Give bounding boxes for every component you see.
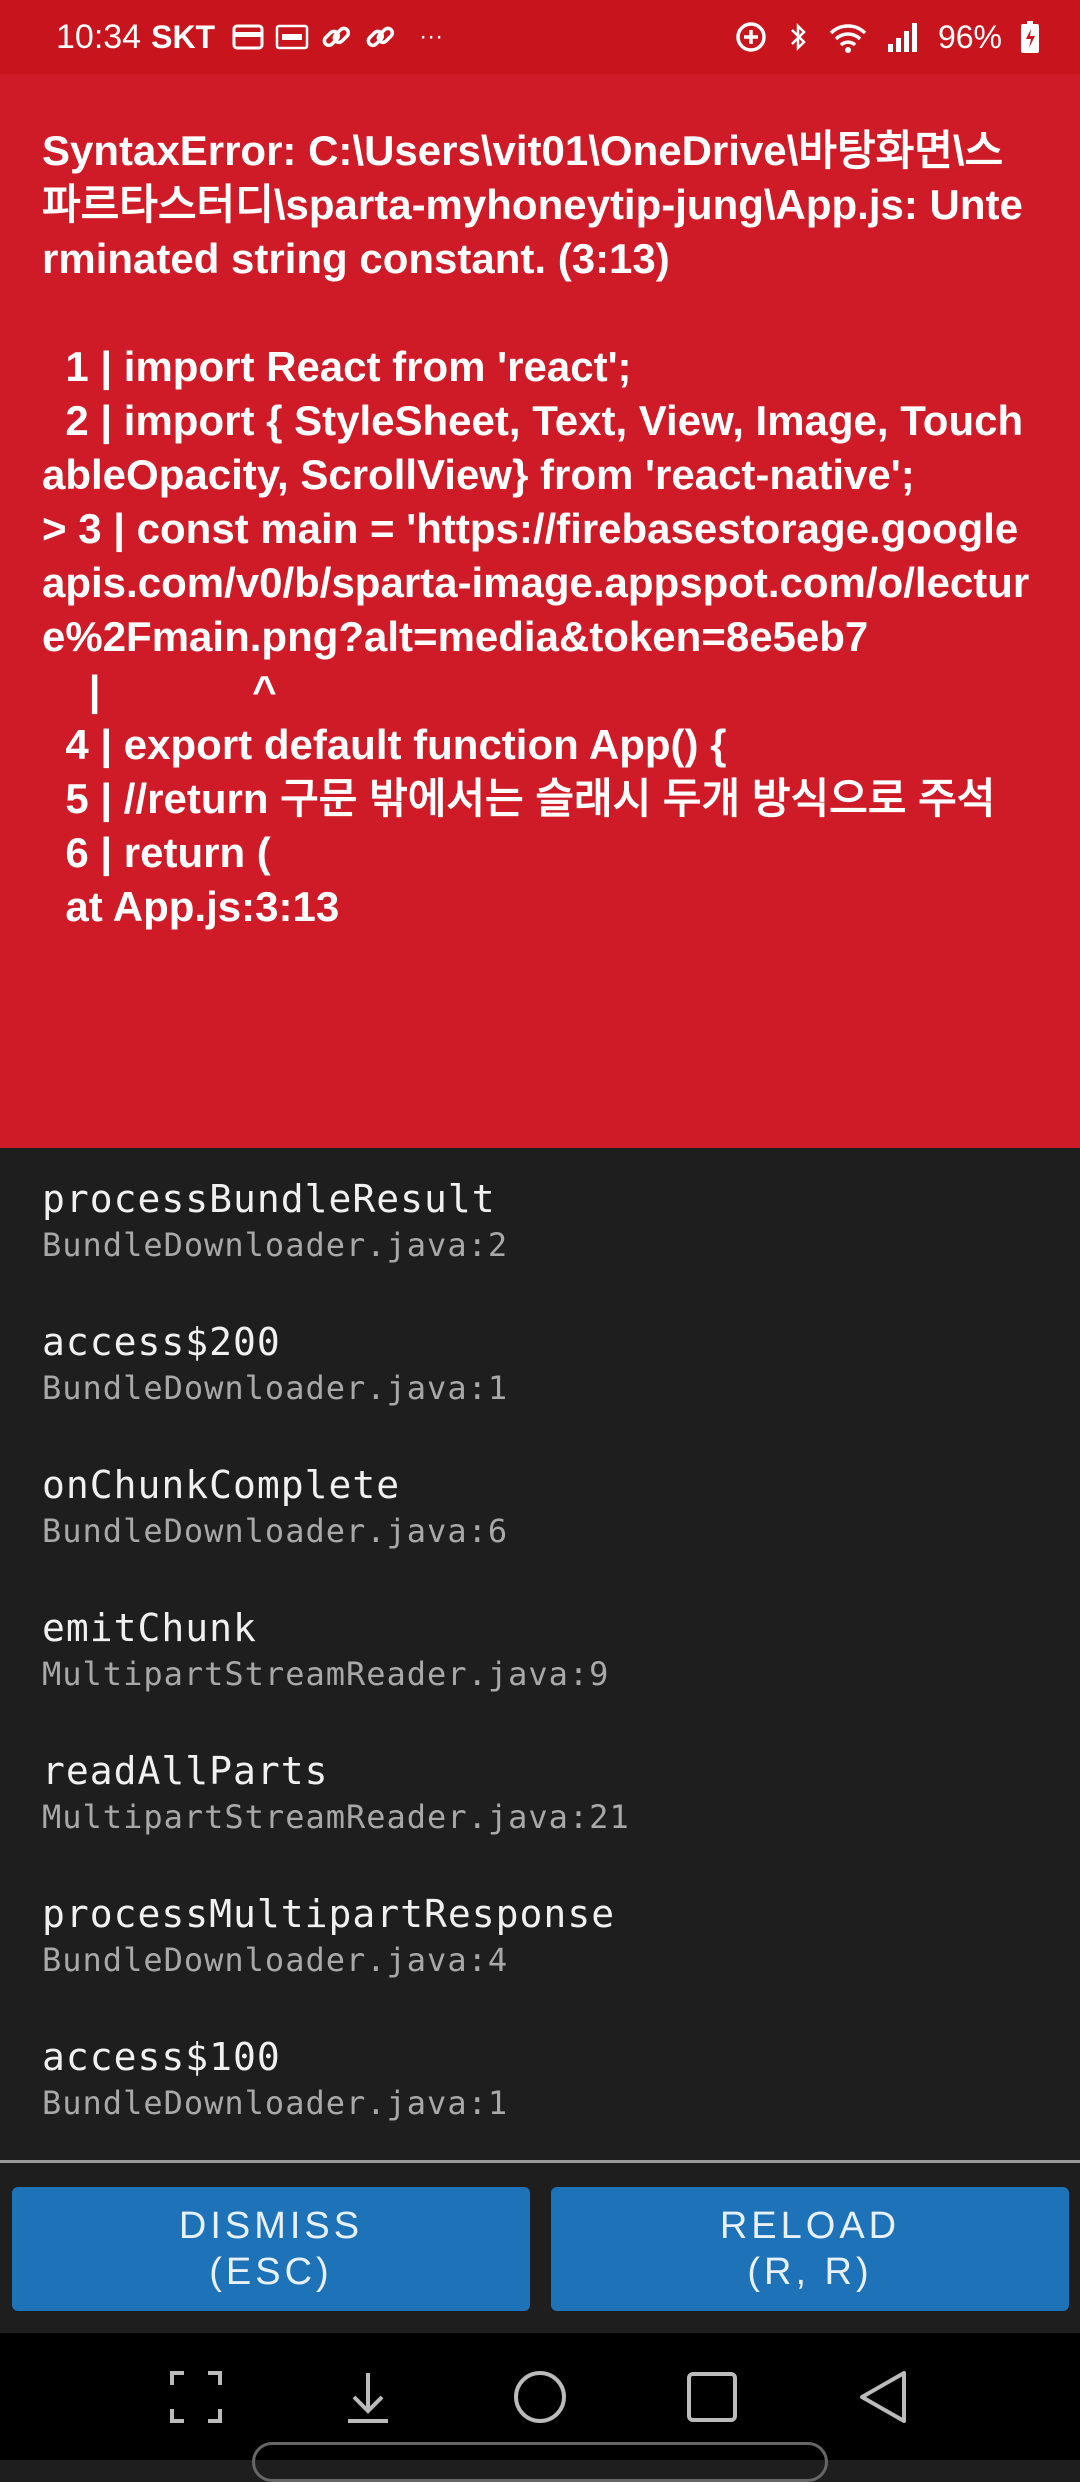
stack-frame-method: emitChunk bbox=[42, 1606, 257, 1650]
data-saver-icon bbox=[736, 22, 766, 52]
status-right: 96% bbox=[734, 19, 1040, 56]
stack-frame-file: BundleDownloader.java:1 bbox=[42, 1369, 509, 1407]
status-time: 10:34 bbox=[56, 17, 142, 56]
stack-frame-method: processMultipartResponse bbox=[42, 1892, 616, 1936]
download-icon[interactable] bbox=[336, 2365, 400, 2429]
reload-button-shortcut: (R, R) bbox=[747, 2251, 873, 2293]
stack-frame-file: BundleDownloader.java:4 bbox=[42, 1941, 509, 1979]
stack-frame-method: onChunkComplete bbox=[42, 1463, 401, 1507]
dismiss-button-shortcut: (ESC) bbox=[209, 2251, 333, 2293]
stack-frame[interactable]: access$200 BundleDownloader.java:1 bbox=[42, 1317, 1038, 1460]
link-icon bbox=[366, 26, 395, 48]
button-bar: DISMISS (ESC) RELOAD (R, R) bbox=[0, 2163, 1080, 2333]
battery-charging-icon bbox=[1021, 21, 1039, 53]
gesture-handle[interactable] bbox=[252, 2442, 828, 2482]
reload-button[interactable]: RELOAD (R, R) bbox=[551, 2187, 1069, 2311]
recents-icon[interactable] bbox=[680, 2365, 744, 2429]
payco-icon bbox=[275, 24, 309, 50]
stack-frame-method: readAllParts bbox=[42, 1749, 329, 1793]
error-message: SyntaxError: C:\Users\vit01\OneDrive\바탕화… bbox=[42, 127, 1030, 930]
battery-percent: 96% bbox=[937, 18, 1002, 55]
stack-frame-file: MultipartStreamReader.java:21 bbox=[42, 1798, 630, 1836]
link-icon bbox=[322, 26, 351, 48]
stack-frame-method: access$100 bbox=[42, 2035, 281, 2079]
more-notifications-indicator: ··· bbox=[419, 23, 444, 50]
stack-frame-file: BundleDownloader.java:1 bbox=[42, 2084, 509, 2122]
stack-frame[interactable]: processBundleResult BundleDownloader.java… bbox=[42, 1174, 1038, 1317]
stack-frame[interactable]: readAllParts MultipartStreamReader.java:2… bbox=[42, 1746, 1038, 1889]
wallet-icon bbox=[232, 24, 264, 50]
bluetooth-icon bbox=[791, 22, 806, 52]
stack-frame-method: processBundleResult bbox=[42, 1177, 496, 1221]
wifi-icon bbox=[829, 24, 867, 53]
home-icon[interactable] bbox=[508, 2365, 572, 2429]
dismiss-button-label: DISMISS bbox=[178, 2205, 364, 2247]
stack-frame[interactable]: onChunkComplete BundleDownloader.java:6 bbox=[42, 1460, 1038, 1603]
signal-icon bbox=[887, 23, 917, 52]
stack-frame[interactable]: processMultipartResponse BundleDownloader… bbox=[42, 1889, 1038, 2032]
back-icon[interactable] bbox=[852, 2365, 916, 2429]
reload-button-label: RELOAD bbox=[719, 2205, 901, 2247]
stack-trace-list[interactable]: processBundleResult BundleDownloader.java… bbox=[0, 1148, 1080, 2160]
screenshot-frame-icon[interactable] bbox=[164, 2365, 228, 2429]
dismiss-button[interactable]: DISMISS (ESC) bbox=[12, 2187, 530, 2311]
stack-frame-file: BundleDownloader.java:2 bbox=[42, 1226, 509, 1264]
stack-frame-file: MultipartStreamReader.java:9 bbox=[42, 1655, 610, 1693]
stack-frame-file: BundleDownloader.java:6 bbox=[42, 1512, 509, 1550]
carrier-label: SKT bbox=[151, 18, 216, 55]
stack-frame-method: access$200 bbox=[42, 1320, 281, 1364]
stack-frame[interactable]: access$100 BundleDownloader.java:1 bbox=[42, 2032, 1038, 2175]
status-bar: 10:34 SKT ··· 96% bbox=[0, 0, 1080, 74]
status-left: 10:34 SKT ··· bbox=[56, 18, 443, 57]
error-panel: SyntaxError: C:\Users\vit01\OneDrive\바탕화… bbox=[0, 74, 1080, 1148]
navigation-bar bbox=[0, 2333, 1080, 2460]
stack-frame[interactable]: emitChunk MultipartStreamReader.java:9 bbox=[42, 1603, 1038, 1746]
